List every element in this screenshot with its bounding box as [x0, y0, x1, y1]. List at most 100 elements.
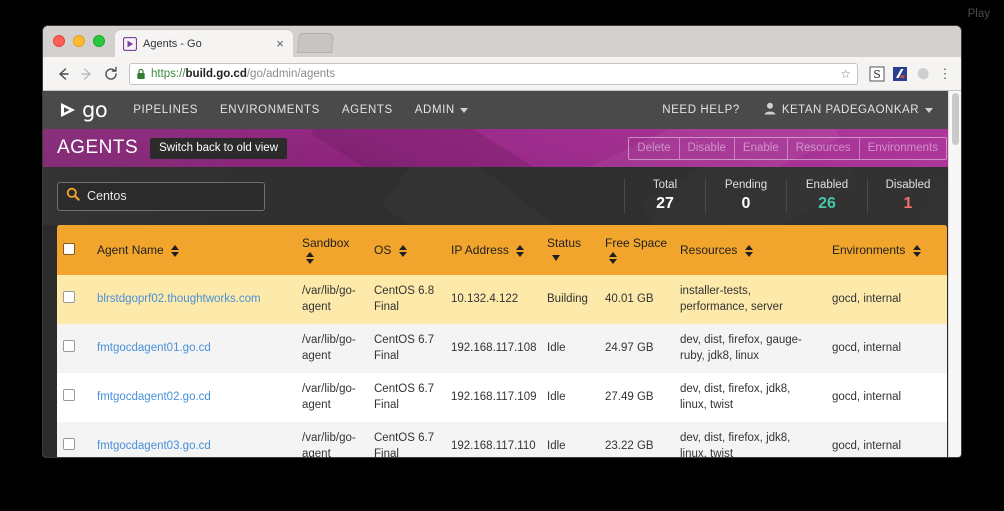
th-agent-name[interactable]: Agent Name: [91, 225, 296, 275]
stat-disabled: Disabled 1: [868, 179, 943, 213]
th-environments[interactable]: Environments: [826, 225, 947, 275]
bookmark-star-icon[interactable]: ☆: [834, 67, 851, 81]
cell-status: Building: [541, 275, 599, 325]
need-help-label: NEED HELP?: [662, 104, 740, 116]
search-input-value: Centos: [87, 189, 127, 203]
agent-name-link[interactable]: fmtgocdagent03.go.cd: [97, 440, 211, 452]
row-checkbox-cell: [57, 422, 91, 457]
sort-icon[interactable]: [516, 245, 525, 257]
window-controls: [53, 35, 105, 47]
agents-table-head: Agent Name Sandbox OS IP Address Status …: [57, 225, 947, 275]
resources-button[interactable]: Resources: [788, 137, 860, 159]
cell-status: Idle: [541, 373, 599, 423]
cell-agent-name: fmtgocdagent03.go.cd: [91, 422, 296, 457]
th-label: Status: [547, 236, 582, 250]
stat-label: Disabled: [885, 179, 931, 191]
row-checkbox-cell: [57, 373, 91, 423]
table-header-row: Agent Name Sandbox OS IP Address Status …: [57, 225, 947, 275]
browser-tabstrip: Agents - Go ×: [43, 26, 961, 57]
browser-tab-active[interactable]: Agents - Go ×: [115, 30, 293, 57]
stat-enabled: Enabled 26: [787, 179, 868, 213]
sort-icon[interactable]: [609, 252, 617, 264]
table-row[interactable]: fmtgocdagent01.go.cd /var/lib/go-agent C…: [57, 324, 947, 374]
close-icon[interactable]: ×: [273, 37, 287, 51]
gocd-logo[interactable]: go: [57, 98, 108, 122]
need-help-link[interactable]: NEED HELP?: [662, 104, 740, 116]
maximize-window-button[interactable]: [93, 35, 105, 47]
user-name-label: KETAN PADEGAONKAR: [781, 104, 919, 116]
evernote-extension-icon[interactable]: [891, 65, 908, 82]
table-row[interactable]: fmtgocdagent02.go.cd /var/lib/go-agent C…: [57, 373, 947, 423]
user-menu[interactable]: KETAN PADEGAONKAR: [764, 102, 933, 118]
th-os[interactable]: OS: [368, 225, 445, 275]
cell-os: CentOS 6.7 Final: [368, 373, 445, 423]
browser-menu-icon[interactable]: ⋮: [937, 67, 953, 80]
disable-button[interactable]: Disable: [680, 137, 735, 159]
agent-name-link[interactable]: fmtgocdagent02.go.cd: [97, 391, 211, 403]
cell-resources: dev, dist, firefox, gauge-ruby, jdk8, li…: [674, 324, 826, 374]
enable-button[interactable]: Enable: [735, 137, 788, 159]
url-scheme: https://: [151, 67, 186, 80]
svg-text:S: S: [873, 68, 881, 81]
minimize-window-button[interactable]: [73, 35, 85, 47]
sort-icon[interactable]: [398, 245, 407, 257]
switch-back-to-old-view-button[interactable]: Switch back to old view: [150, 137, 288, 159]
cell-status: Idle: [541, 422, 599, 457]
cell-os: CentOS 6.8 Final: [368, 275, 445, 325]
stat-value: 26: [818, 195, 836, 212]
cell-free-space: 23.22 GB: [599, 422, 674, 457]
stat-label: Pending: [724, 179, 768, 191]
table-row[interactable]: fmtgocdagent03.go.cd /var/lib/go-agent C…: [57, 422, 947, 457]
cell-os: CentOS 6.7 Final: [368, 422, 445, 457]
sort-icon[interactable]: [171, 245, 180, 257]
sort-icon[interactable]: [912, 245, 921, 257]
th-ip-address[interactable]: IP Address: [445, 225, 541, 275]
address-bar[interactable]: https://build.go.cd/go/admin/agents ☆: [129, 62, 858, 85]
th-status[interactable]: Status: [541, 225, 599, 275]
page-viewport: go PIPELINES ENVIRONMENTS AGENTS ADMIN N…: [43, 91, 961, 457]
scrollbar-thumb[interactable]: [952, 93, 959, 145]
cell-ip: 192.168.117.110: [445, 422, 541, 457]
stat-value: 0: [741, 195, 751, 212]
th-sandbox[interactable]: Sandbox: [296, 225, 368, 275]
row-checkbox[interactable]: [63, 437, 75, 450]
sort-icon[interactable]: [306, 252, 314, 264]
environments-button[interactable]: Environments: [860, 138, 946, 159]
agent-name-link[interactable]: blrstdgoprf02.thoughtworks.com: [97, 293, 261, 305]
row-checkbox[interactable]: [63, 290, 75, 303]
row-checkbox-cell: [57, 275, 91, 325]
nav-item-agents[interactable]: AGENTS: [342, 104, 393, 116]
nav-item-admin[interactable]: ADMIN: [415, 104, 468, 116]
extension-icons: S ⋮: [868, 65, 953, 82]
row-checkbox[interactable]: [63, 339, 75, 352]
page-scrollbar[interactable]: [948, 91, 961, 457]
gocd-nav-items: PIPELINES ENVIRONMENTS AGENTS ADMIN: [133, 104, 468, 116]
nav-item-label: ENVIRONMENTS: [220, 104, 320, 116]
close-window-button[interactable]: [53, 35, 65, 47]
cell-free-space: 24.97 GB: [599, 324, 674, 374]
cell-environments: gocd, internal: [826, 324, 947, 374]
search-input[interactable]: Centos: [57, 181, 265, 211]
stylish-extension-icon[interactable]: S: [868, 65, 885, 82]
reload-icon[interactable]: [99, 62, 123, 86]
th-free-space[interactable]: Free Space: [599, 225, 674, 275]
back-arrow-icon[interactable]: [51, 62, 75, 86]
new-tab-button[interactable]: [296, 33, 335, 53]
generic-extension-icon[interactable]: [914, 65, 931, 82]
agents-page-header: AGENTS Switch back to old view Delete Di…: [43, 129, 961, 167]
table-row[interactable]: blrstdgoprf02.thoughtworks.com /var/lib/…: [57, 275, 947, 325]
nav-item-environments[interactable]: ENVIRONMENTS: [220, 104, 320, 116]
sort-icon[interactable]: [744, 245, 753, 257]
delete-button[interactable]: Delete: [629, 137, 680, 159]
nav-item-pipelines[interactable]: PIPELINES: [133, 104, 198, 116]
agent-name-link[interactable]: fmtgocdagent01.go.cd: [97, 342, 211, 354]
select-all-checkbox[interactable]: [63, 242, 75, 255]
cell-environments: gocd, internal: [826, 373, 947, 423]
url-host: build.go.cd: [185, 67, 247, 80]
th-resources[interactable]: Resources: [674, 225, 826, 275]
th-select-all: [57, 225, 91, 275]
gocd-navbar: go PIPELINES ENVIRONMENTS AGENTS ADMIN N…: [43, 91, 961, 129]
row-checkbox[interactable]: [63, 388, 75, 401]
sort-desc-icon[interactable]: [552, 254, 560, 261]
th-label: Free Space: [605, 236, 668, 250]
